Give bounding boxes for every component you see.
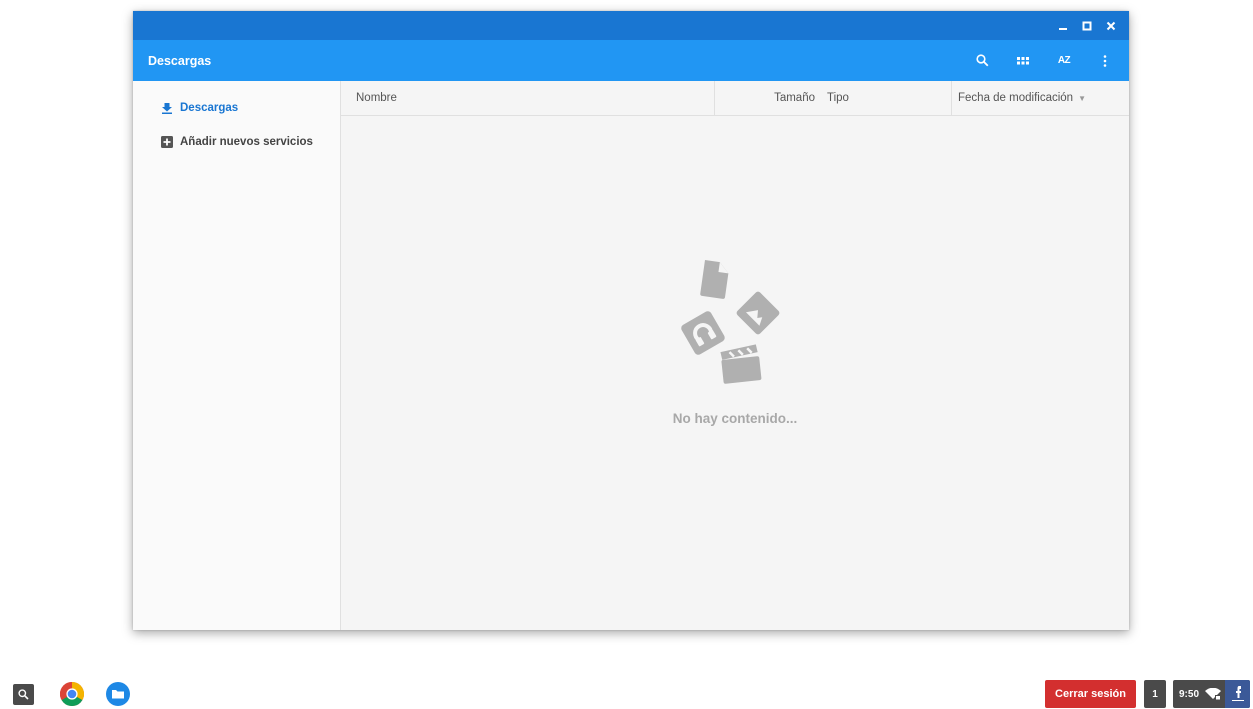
minimize-icon — [1059, 27, 1067, 30]
column-header-date[interactable]: Fecha de modificación ▼ — [952, 81, 1129, 115]
column-header-size[interactable]: Tamaño — [715, 81, 821, 115]
table-header: Nombre Tamaño Tipo Fecha de modificación… — [341, 81, 1129, 116]
launcher-search-icon — [18, 688, 29, 700]
content-area: Descargas Añadir nuevos servicios Nombre… — [133, 81, 1129, 630]
shelf-status-area: Cerrar sesión 1 9:50 — [1045, 680, 1250, 708]
search-button[interactable] — [968, 47, 996, 75]
empty-state-message: No hay contenido... — [672, 411, 798, 426]
document-icon — [700, 260, 729, 299]
system-tray[interactable]: 9:50 — [1172, 680, 1250, 708]
shelf-apps — [13, 682, 130, 706]
notification-count-badge[interactable]: 1 — [1143, 680, 1166, 708]
more-options-button[interactable] — [1091, 47, 1119, 75]
empty-state: No hay contenido... — [341, 256, 1129, 426]
video-icon — [720, 344, 762, 384]
more-vert-icon — [1103, 54, 1107, 67]
column-header-name[interactable]: Nombre — [341, 81, 715, 115]
chrome-icon[interactable] — [60, 682, 84, 706]
grid-view-button[interactable] — [1009, 47, 1037, 75]
sidebar-item-add-services[interactable]: Añadir nuevos servicios — [133, 130, 340, 154]
close-icon — [1106, 21, 1116, 30]
sidebar: Descargas Añadir nuevos servicios — [133, 81, 341, 630]
maximize-icon — [1082, 21, 1092, 30]
minimize-button[interactable] — [1051, 14, 1075, 38]
app-toolbar: Descargas AZ — [133, 40, 1129, 81]
column-header-type[interactable]: Tipo — [821, 81, 952, 115]
sidebar-item-label: Añadir nuevos servicios — [180, 136, 313, 148]
sidebar-item-label: Descargas — [180, 102, 239, 114]
avatar — [1225, 680, 1250, 708]
audio-icon — [681, 311, 725, 355]
close-button[interactable] — [1099, 14, 1123, 38]
sidebar-item-downloads[interactable]: Descargas — [133, 96, 340, 120]
maximize-button[interactable] — [1075, 14, 1099, 38]
logout-button[interactable]: Cerrar sesión — [1045, 680, 1136, 708]
wifi-icon — [1205, 688, 1221, 700]
window-titlebar[interactable] — [133, 11, 1129, 40]
file-list-pane: Nombre Tamaño Tipo Fecha de modificación… — [341, 81, 1129, 630]
clock: 9:50 — [1178, 688, 1199, 700]
grid-view-icon — [1017, 56, 1029, 64]
sort-descending-icon: ▼ — [1078, 93, 1086, 103]
image-icon — [736, 291, 780, 335]
page-title: Descargas — [148, 53, 212, 68]
sort-button[interactable]: AZ — [1050, 47, 1078, 75]
files-app-icon[interactable] — [106, 682, 130, 706]
download-icon — [160, 102, 173, 115]
files-app-window: Descargas AZ Descargas Añadir nuevos ser… — [133, 11, 1129, 630]
search-icon — [975, 54, 988, 67]
sort-az-icon: AZ — [1057, 55, 1071, 66]
add-box-icon — [160, 136, 173, 149]
empty-folder-illustration — [675, 256, 785, 388]
launcher-button[interactable] — [13, 683, 34, 705]
